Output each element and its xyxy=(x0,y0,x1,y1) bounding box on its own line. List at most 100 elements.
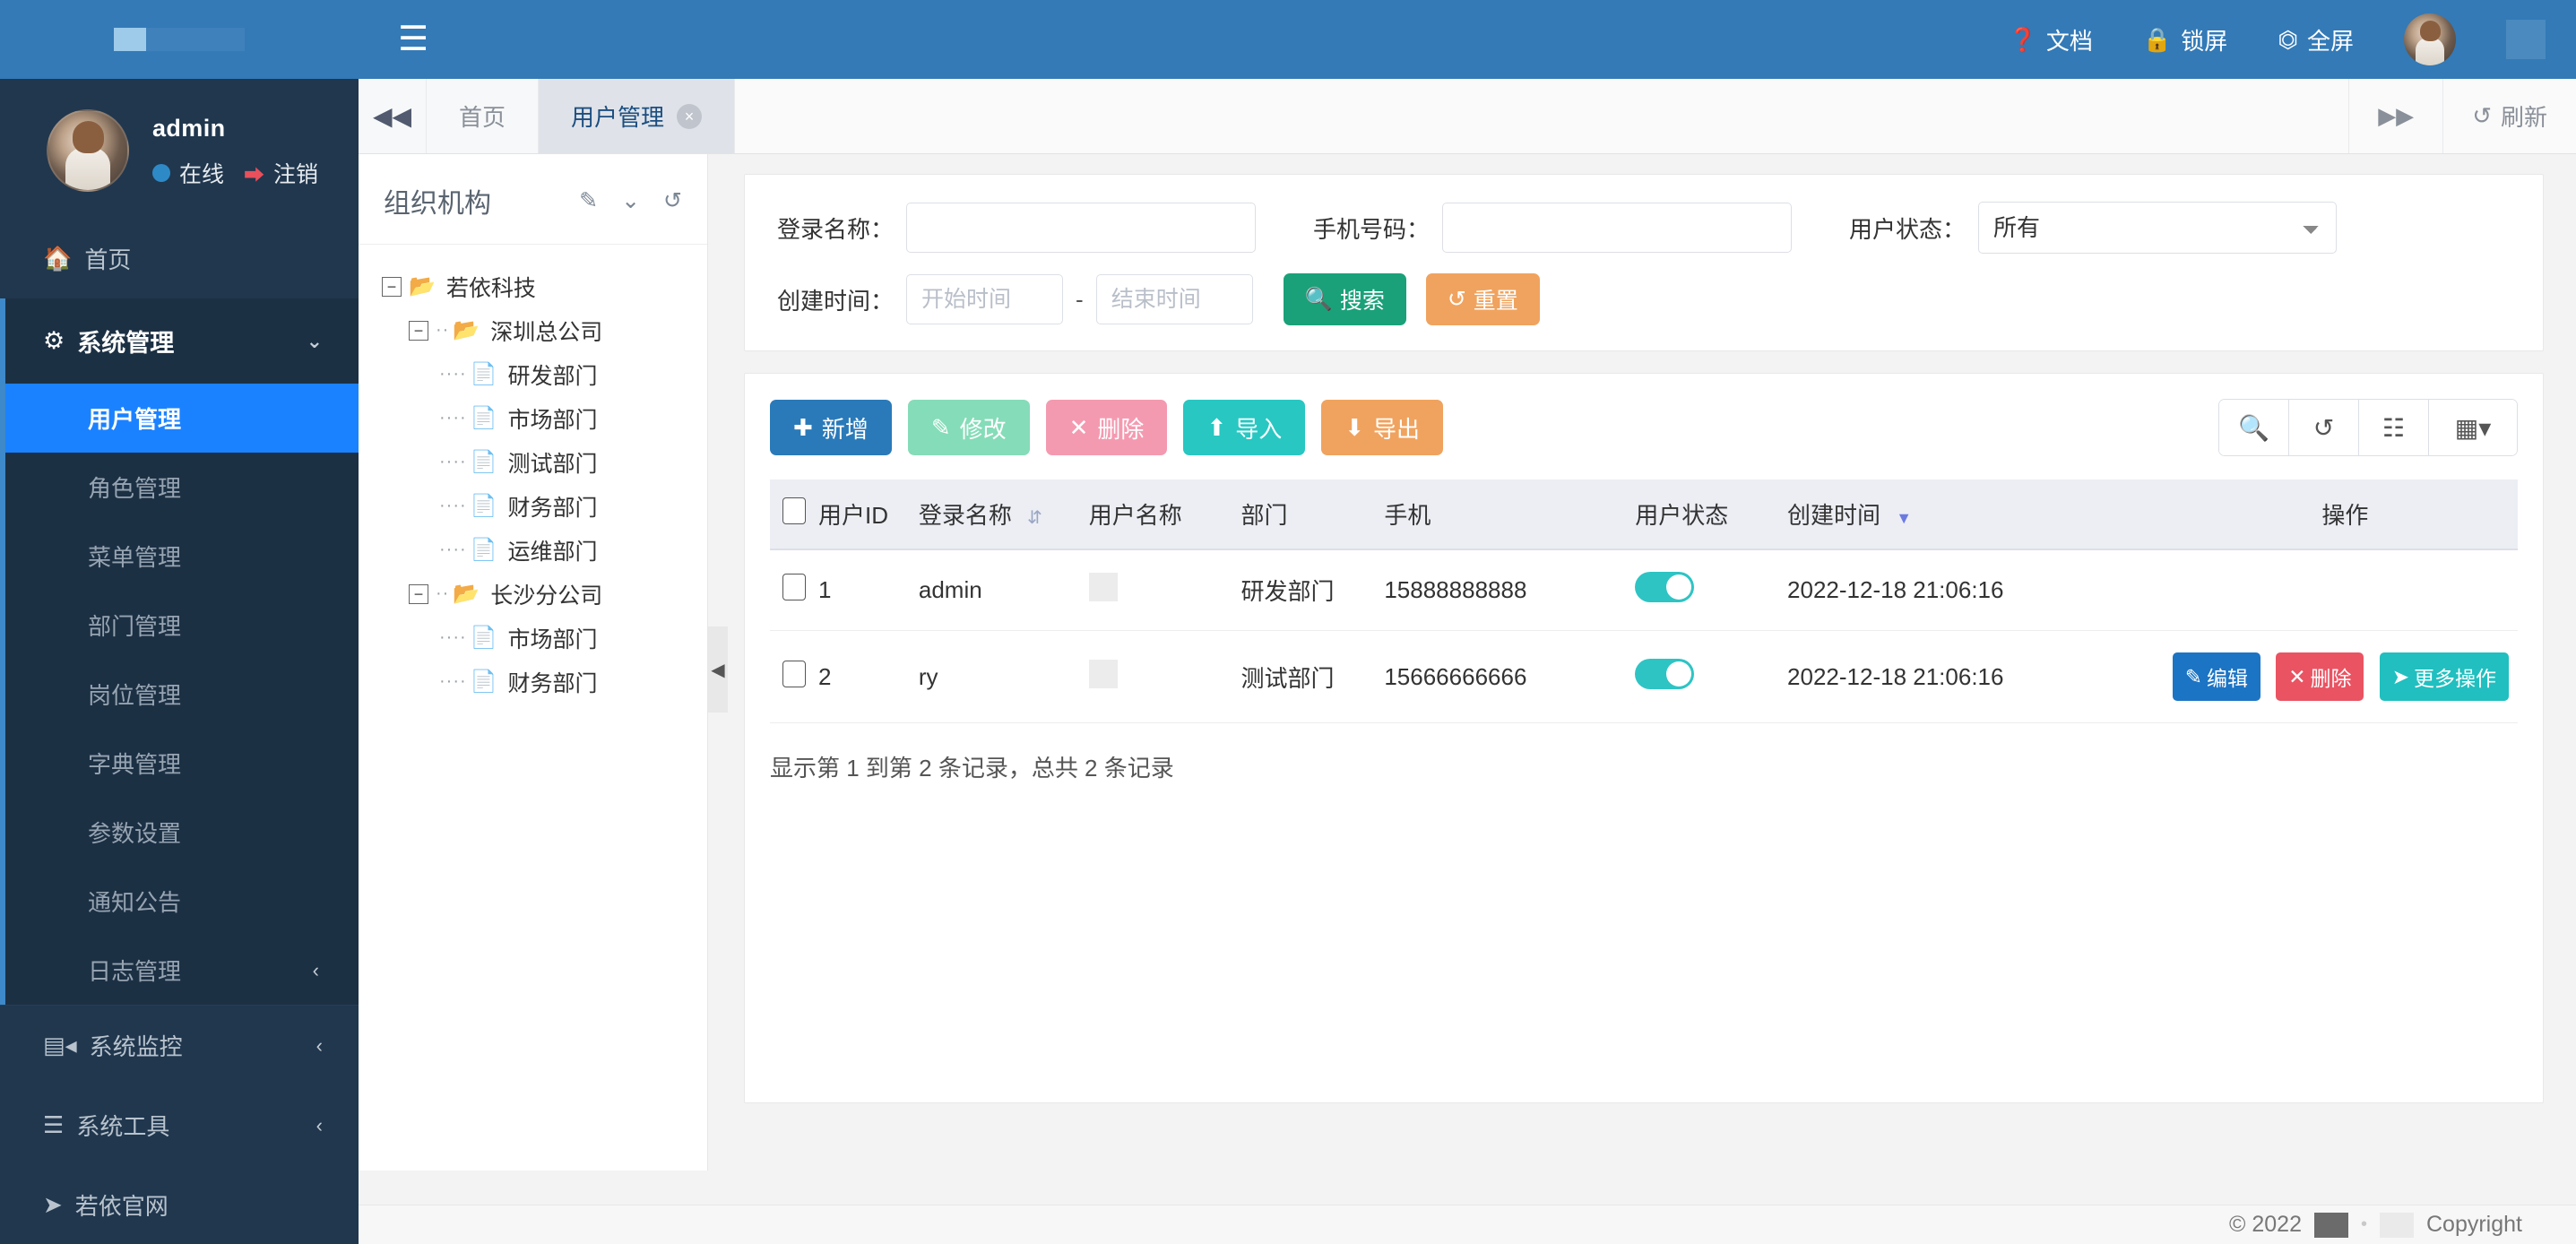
select-all-header[interactable] xyxy=(770,479,818,550)
grid-icon[interactable]: ▦▾ xyxy=(2429,400,2517,455)
row-checkbox[interactable] xyxy=(782,574,806,600)
cell-user-id: 1 xyxy=(817,549,919,631)
table-row[interactable]: 2 ry 测试部门 15666666666 2022-12-18 21:06:1… xyxy=(770,630,2518,723)
sidebar-item-menu-management[interactable]: 菜单管理 xyxy=(5,522,359,591)
tree-node[interactable]: ···· 📄 市场部门 xyxy=(382,396,707,440)
refresh-icon[interactable]: ↺ xyxy=(663,187,682,214)
tree-toggle-icon[interactable]: − xyxy=(409,583,428,604)
cell-status[interactable] xyxy=(1635,549,1788,631)
row-checkbox[interactable] xyxy=(782,660,806,687)
sidebar-item-user-management-label: 用户管理 xyxy=(88,406,182,433)
export-button[interactable]: ⬇ 导出 xyxy=(1321,400,1444,455)
user-status-select[interactable]: 所有 xyxy=(1978,202,2338,254)
reset-button[interactable]: ↺ 重置 xyxy=(1425,273,1540,325)
sidebar-item-system-monitor[interactable]: ▤◂ 系统监控 ‹ xyxy=(0,1005,359,1085)
refresh-page-button[interactable]: ↺ 刷新 xyxy=(2442,79,2576,153)
lockscreen-link[interactable]: 🔒 锁屏 xyxy=(2143,23,2227,56)
add-button[interactable]: ✚ 新增 xyxy=(770,400,892,455)
sidebar-item-notice[interactable]: 通知公告 xyxy=(5,867,359,936)
status-toggle[interactable] xyxy=(1635,658,1695,689)
search-icon[interactable]: 🔍 xyxy=(2219,400,2289,455)
chevron-down-icon[interactable]: ⌄ xyxy=(621,187,640,214)
tree-node-label: 测试部门 xyxy=(507,451,598,477)
top-header: ☰ ❓ 文档 🔒 锁屏 ⏣ 全屏 xyxy=(359,0,2576,79)
import-button[interactable]: ⬆ 导入 xyxy=(1183,400,1306,455)
user-table-card: ✚ 新增 ✎ 修改 ✕ 删除 ⬆ 导入 ⬇ 导出 🔍 ↺ ☷ ▦▾ 用户ID 登… xyxy=(744,373,2544,1103)
tabs-scroll-left-button[interactable]: ◀◀ xyxy=(359,79,427,153)
plus-icon: ✚ xyxy=(793,413,813,441)
hamburger-menu-icon[interactable]: ☰ xyxy=(398,22,428,56)
docs-link[interactable]: ❓ 文档 xyxy=(2009,23,2093,56)
sidebar-item-ruoyi-website[interactable]: ➤ 若依官网 xyxy=(0,1165,359,1244)
edit-icon[interactable]: ✎ xyxy=(579,187,598,214)
tree-node[interactable]: − 📂 若依科技 xyxy=(382,264,707,308)
sidebar: admin 在线 ⮕ 注销 🏠 首页 ⚙ 系统管理 ⌄ 用户管理 角色管理 菜单… xyxy=(0,0,359,1244)
tree-node[interactable]: ···· 📄 财务部门 xyxy=(382,660,707,704)
cell-status[interactable] xyxy=(1635,630,1788,723)
tab-user-management[interactable]: 用户管理 × xyxy=(539,79,736,153)
sidebar-section-system-header[interactable]: ⚙ 系统管理 ⌄ xyxy=(5,298,359,384)
col-login-name-label: 登录名称 xyxy=(918,502,1012,529)
avatar[interactable] xyxy=(47,109,129,192)
delete-button[interactable]: ✕ 删除 xyxy=(1045,400,1168,455)
login-name-input[interactable] xyxy=(906,203,1257,253)
tree-node[interactable]: ···· 📄 运维部门 xyxy=(382,528,707,572)
tree-node[interactable]: ···· 📄 研发部门 xyxy=(382,352,707,396)
logout-link[interactable]: 注销 xyxy=(273,157,318,189)
col-create-time[interactable]: 创建时间 ▼ xyxy=(1787,479,2173,550)
chevron-left-icon: ‹ xyxy=(316,1113,323,1136)
row-delete-button[interactable]: ✕ 删除 xyxy=(2276,652,2364,701)
refresh-icon[interactable]: ↺ xyxy=(2289,400,2359,455)
tree-node[interactable]: ···· 📄 财务部门 xyxy=(382,484,707,528)
tab-home[interactable]: 首页 xyxy=(427,79,540,153)
user-panel: admin 在线 ⮕ 注销 xyxy=(0,79,359,219)
fullscreen-link-label: 全屏 xyxy=(2306,27,2354,55)
table-row[interactable]: 1 admin 研发部门 15888888888 2022-12-18 21:0… xyxy=(770,549,2518,631)
sidebar-item-user-management[interactable]: 用户管理 xyxy=(5,384,359,453)
tab-user-management-label: 用户管理 xyxy=(571,104,665,131)
tree-toggle-icon[interactable]: − xyxy=(409,320,428,341)
row-more-button[interactable]: ➤ 更多操作 xyxy=(2379,652,2509,701)
folder-open-icon: 📂 xyxy=(453,318,480,342)
sidebar-item-home[interactable]: 🏠 首页 xyxy=(0,219,359,298)
cell-dept: 测试部门 xyxy=(1240,630,1385,723)
fullscreen-link[interactable]: ⏣ 全屏 xyxy=(2278,23,2354,56)
tree-node[interactable]: − ·· 📂 深圳总公司 xyxy=(382,308,707,352)
tree-node[interactable]: ···· 📄 测试部门 xyxy=(382,440,707,484)
row-more-label: 更多操作 xyxy=(2414,667,2496,690)
col-user-name: 用户名称 xyxy=(1088,479,1241,550)
col-login-name[interactable]: 登录名称 ⇵ xyxy=(918,479,1089,550)
end-time-input[interactable] xyxy=(1095,274,1253,324)
row-select-cell[interactable] xyxy=(770,630,818,723)
file-icon: 📄 xyxy=(470,406,497,430)
header-avatar[interactable] xyxy=(2404,13,2456,65)
copyright-suffix: Copyright xyxy=(2426,1212,2522,1237)
sidebar-item-log-management[interactable]: 日志管理 ‹ xyxy=(5,936,359,1005)
start-time-input[interactable] xyxy=(906,274,1064,324)
row-delete-label: 删除 xyxy=(2310,667,2352,690)
row-select-cell[interactable] xyxy=(770,549,818,631)
edit-button[interactable]: ✎ 修改 xyxy=(907,400,1030,455)
select-all-checkbox[interactable] xyxy=(782,497,806,524)
sidebar-item-post-management[interactable]: 岗位管理 xyxy=(5,660,359,729)
search-button[interactable]: 🔍 搜索 xyxy=(1283,273,1406,325)
tree-toggle-icon[interactable]: − xyxy=(382,276,402,297)
sidebar-item-role-management[interactable]: 角色管理 xyxy=(5,453,359,522)
sidebar-item-params-settings[interactable]: 参数设置 xyxy=(5,798,359,867)
sidebar-item-system-tools[interactable]: ☰ 系统工具 ‹ xyxy=(0,1085,359,1165)
tabs-scroll-right-button[interactable]: ▶▶ xyxy=(2348,79,2442,153)
columns-icon[interactable]: ☷ xyxy=(2359,400,2429,455)
sidebar-item-dept-management[interactable]: 部门管理 xyxy=(5,591,359,660)
sidebar-item-dept-management-label: 部门管理 xyxy=(88,613,182,640)
phone-input[interactable] xyxy=(1442,203,1793,253)
tree-node[interactable]: − ·· 📂 长沙分公司 xyxy=(382,572,707,616)
sidebar-item-dict-management[interactable]: 字典管理 xyxy=(5,729,359,798)
page-footer: © 2022 • Copyright xyxy=(359,1205,2576,1244)
tab-close-icon[interactable]: × xyxy=(677,103,703,129)
tree-node[interactable]: ···· 📄 市场部门 xyxy=(382,616,707,660)
logo-bar[interactable] xyxy=(0,0,359,79)
file-icon: 📄 xyxy=(470,494,497,518)
status-toggle[interactable] xyxy=(1635,572,1695,602)
row-edit-button[interactable]: ✎ 编辑 xyxy=(2172,652,2260,701)
logout-icon[interactable]: ⮕ xyxy=(244,158,264,188)
